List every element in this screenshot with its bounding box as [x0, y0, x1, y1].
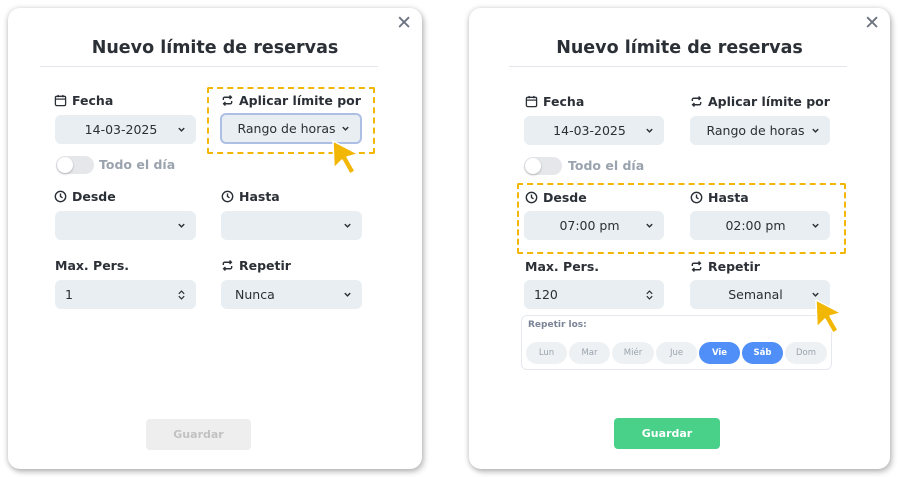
fecha-select[interactable]: 14-03-2025 — [524, 116, 664, 145]
title-divider — [40, 66, 378, 67]
max-pers-input[interactable]: 120 — [524, 280, 664, 309]
todo-el-dia-label: Todo el día — [99, 157, 176, 172]
close-icon[interactable]: ✕ — [864, 14, 880, 33]
max-pers-value: 120 — [534, 287, 558, 302]
chevron-down-icon — [646, 128, 653, 133]
chevron-down-icon — [344, 223, 351, 228]
day-chip-lun[interactable]: Lun — [526, 342, 567, 364]
repetir-label-text: Repetir — [708, 259, 760, 274]
day-chip-mier[interactable]: Miér — [612, 342, 654, 364]
fecha-label: Fecha — [525, 94, 584, 109]
limit-modal-filled: ✕ Nuevo límite de reservas Fecha 14-03-2… — [469, 8, 890, 469]
max-pers-label-text: Max. Pers. — [525, 259, 600, 274]
todo-el-dia-toggle[interactable] — [56, 156, 94, 174]
fecha-label-text: Fecha — [72, 93, 114, 108]
fecha-label-text: Fecha — [543, 94, 585, 109]
max-pers-label: Max. Pers. — [525, 259, 599, 274]
clock-icon — [221, 190, 234, 203]
fecha-value: 14-03-2025 — [84, 122, 158, 137]
repeat-icon — [691, 95, 702, 108]
repetir-value: Nunca — [235, 287, 275, 302]
toggle-knob — [525, 158, 541, 174]
modal-title: Nuevo límite de reservas — [556, 38, 803, 58]
max-pers-input[interactable]: 1 — [55, 280, 196, 309]
toggle-knob — [57, 157, 73, 173]
day-chip-mar[interactable]: Mar — [569, 342, 610, 364]
repetir-label: Repetir — [690, 259, 760, 274]
save-button[interactable]: Guardar — [146, 419, 251, 450]
repetir-select[interactable]: Nunca — [221, 280, 362, 309]
repetir-value: Semanal — [728, 287, 783, 302]
repetir-label-text: Repetir — [239, 258, 291, 273]
stepper-icon[interactable] — [645, 289, 654, 301]
day-chip-jue[interactable]: Jue — [656, 342, 697, 364]
day-chip-sab[interactable]: Sáb — [742, 342, 783, 364]
hand-pointer-icon — [332, 140, 359, 175]
aplicar-limite-label: Aplicar límite por — [690, 94, 830, 109]
stepper-icon[interactable] — [177, 289, 186, 301]
limit-modal-empty: ✕ Nuevo límite de reservas Fecha 14-03-2… — [8, 8, 422, 469]
repetir-label: Repetir — [221, 258, 291, 273]
fecha-select[interactable]: 14-03-2025 — [55, 115, 196, 144]
fecha-value: 14-03-2025 — [553, 123, 626, 138]
save-button[interactable]: Guardar — [614, 418, 720, 449]
day-chip-dom[interactable]: Dom — [785, 342, 827, 364]
modal-title: Nuevo límite de reservas — [91, 38, 339, 58]
max-pers-label: Max. Pers. — [55, 258, 129, 273]
chevron-down-icon — [178, 223, 185, 228]
chevron-down-icon — [178, 127, 185, 132]
calendar-icon — [525, 95, 538, 108]
chevron-down-icon — [812, 128, 819, 133]
todo-el-dia-toggle[interactable] — [524, 157, 562, 175]
chevron-down-icon — [344, 292, 351, 297]
calendar-icon — [54, 94, 67, 107]
aplicar-limite-select[interactable]: Rango de horas — [690, 116, 830, 145]
repetir-select[interactable]: Semanal — [690, 280, 830, 309]
aplicar-value: Rango de horas — [706, 123, 805, 138]
aplicar-label-text: Aplicar límite por — [708, 94, 830, 109]
repeat-icon — [691, 260, 702, 273]
fecha-label: Fecha — [54, 93, 113, 108]
hasta-label: Hasta — [221, 189, 280, 204]
todo-el-dia-label: Todo el día — [568, 158, 645, 173]
hand-pointer-icon — [815, 299, 842, 334]
repetir-los-label: Repetir los: — [528, 320, 587, 330]
max-pers-label-text: Max. Pers. — [55, 258, 130, 273]
desde-select[interactable] — [55, 211, 196, 240]
desde-label: Desde — [54, 189, 116, 204]
desde-label-text: Desde — [72, 189, 116, 204]
hasta-select[interactable] — [221, 211, 362, 240]
highlight-box — [517, 183, 846, 254]
clock-icon — [54, 190, 67, 203]
repeat-icon — [222, 259, 233, 272]
title-divider — [509, 66, 847, 67]
close-icon[interactable]: ✕ — [396, 14, 412, 33]
max-pers-value: 1 — [65, 287, 73, 302]
day-chip-vie[interactable]: Vie — [699, 342, 740, 364]
hasta-label-text: Hasta — [239, 189, 280, 204]
